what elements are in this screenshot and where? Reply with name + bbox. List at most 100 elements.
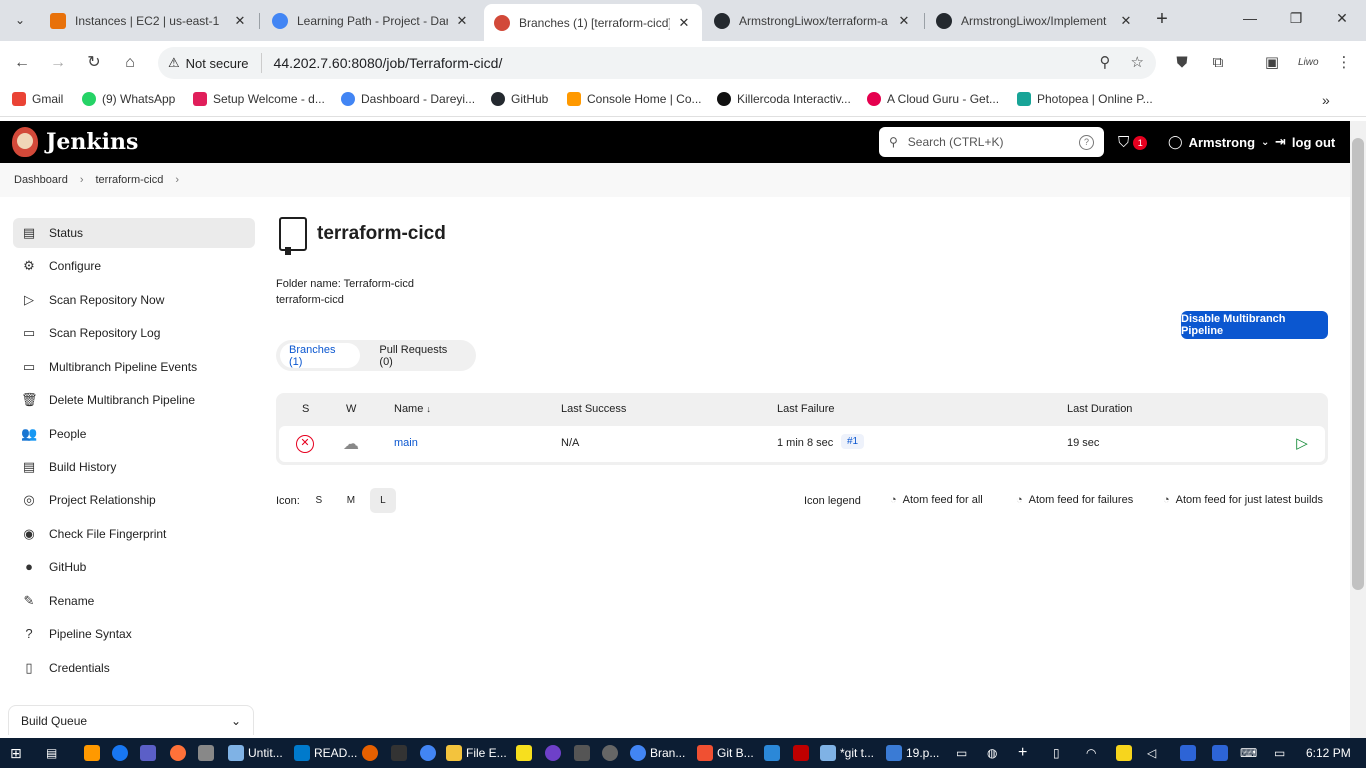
security-warnings-button[interactable]: ⛉ 1 <box>1118 134 1148 151</box>
sidebar-item-github[interactable]: ● GitHub <box>13 552 255 582</box>
extensions-icon[interactable]: ⧉ <box>1208 53 1228 73</box>
jenkins-home-link[interactable]: Jenkins <box>12 127 138 157</box>
sidebar-item-credentials[interactable]: ▯ Credentials <box>13 653 255 683</box>
browser-tab[interactable]: Instances | EC2 | us-east-1 ✕ <box>40 6 258 35</box>
tab-pull-requests[interactable]: Pull Requests (0) <box>370 343 472 368</box>
app-icon[interactable] <box>602 745 618 761</box>
bookmark-item[interactable]: Photopea | Online P... <box>1017 92 1153 106</box>
reload-icon[interactable]: ↻ <box>84 53 104 73</box>
url-text[interactable]: 44.202.7.60:8080/job/Terraform-cicd/ <box>274 55 503 71</box>
minimize-icon[interactable]: — <box>1240 10 1260 26</box>
icon-size-large[interactable]: L <box>369 488 396 513</box>
build-queue-panel[interactable]: Build Queue ⌄ <box>8 705 254 735</box>
github-desktop-icon[interactable] <box>545 745 561 761</box>
atom-feed-all-link[interactable]: ◔ Atom feed for all <box>890 494 983 506</box>
home-icon[interactable]: ⌂ <box>120 53 140 73</box>
breadcrumb-dashboard[interactable]: Dashboard <box>14 174 68 186</box>
globe-icon[interactable]: ◍ <box>987 745 997 761</box>
column-header-status[interactable]: S <box>302 403 309 415</box>
taskbar-vscode[interactable]: READ... <box>294 745 357 761</box>
close-tab-icon[interactable]: ✕ <box>232 13 248 29</box>
close-tab-icon[interactable]: ✕ <box>896 13 912 29</box>
terminal-icon[interactable] <box>391 745 407 761</box>
taskbar-notepad[interactable]: Untit... <box>228 745 283 761</box>
bookmark-item[interactable]: GitHub <box>491 92 548 106</box>
close-tab-icon[interactable]: ✕ <box>454 13 470 29</box>
taskbar-git-bash[interactable]: Git B... <box>697 745 754 761</box>
app-icon[interactable] <box>764 745 780 761</box>
browser-tab[interactable]: ArmstrongLiwox/Implement ✕ <box>926 6 1144 35</box>
site-info-button[interactable]: ⚠ Not secure <box>168 53 262 73</box>
taskbar-notepad-git[interactable]: *git t... <box>820 745 874 761</box>
back-arrow-icon[interactable]: ← <box>12 53 32 73</box>
calculator-icon[interactable] <box>574 745 590 761</box>
volume-icon[interactable]: ◁ <box>1147 745 1156 761</box>
bookmark-item[interactable]: Dashboard - Dareyi... <box>341 92 475 106</box>
sidebar-item-scan-now[interactable]: ▷ Scan Repository Now <box>13 285 255 315</box>
sidebar-item-status[interactable]: ▤ Status <box>13 218 255 248</box>
bookmark-item[interactable]: (9) WhatsApp <box>82 92 175 106</box>
wifi-icon[interactable]: ◠ <box>1086 745 1096 761</box>
notes-icon[interactable] <box>1116 745 1132 761</box>
column-header-last-duration[interactable]: Last Duration <box>1067 403 1132 415</box>
app-icon[interactable] <box>1180 745 1196 761</box>
close-window-icon[interactable]: ✕ <box>1332 10 1352 27</box>
address-bar[interactable]: ⚠ Not secure 44.202.7.60:8080/job/Terraf… <box>158 47 1156 79</box>
sidebar-item-delete[interactable]: 🗑 Delete Multibranch Pipeline <box>13 385 255 415</box>
sidebar-item-configure[interactable]: ⚙ Configure <box>13 251 255 281</box>
build-number-link[interactable]: #1 <box>841 434 865 449</box>
bookmark-item[interactable]: A Cloud Guru - Get... <box>867 92 999 106</box>
sidebar-item-build-history[interactable]: ▤ Build History <box>13 452 255 482</box>
device-icon[interactable]: ▯ <box>1053 745 1060 761</box>
sidebar-item-pipeline-syntax[interactable]: ? Pipeline Syntax <box>13 619 255 649</box>
user-menu[interactable]: ◯ Armstrong ⌄ <box>1168 134 1269 150</box>
breadcrumb-chevron-icon[interactable]: › <box>175 174 179 186</box>
tab-search-icon[interactable]: ⌄ <box>8 8 32 32</box>
restore-icon[interactable]: ❐ <box>1286 10 1306 27</box>
zoom-icon[interactable]: ⚲ <box>1100 53 1111 71</box>
bookmark-item[interactable]: Gmail <box>12 92 63 106</box>
browser-tab[interactable]: Learning Path - Project - Dar ✕ <box>262 6 480 35</box>
firefox-icon[interactable] <box>170 745 186 761</box>
browser-menu-icon[interactable]: ⋮ <box>1334 53 1354 73</box>
app-icon[interactable] <box>198 745 214 761</box>
new-tab-button[interactable]: + <box>1150 8 1174 32</box>
add-icon[interactable]: + <box>1018 744 1027 761</box>
icon-size-medium[interactable]: M <box>338 488 364 513</box>
column-header-weather[interactable]: W <box>346 403 356 415</box>
taskbar-clock[interactable]: 6:12 PM <box>1306 746 1351 760</box>
browser-tab[interactable]: ArmstrongLiwox/terraform-a ✕ <box>704 6 922 35</box>
atom-feed-latest-link[interactable]: ◔ Atom feed for just latest builds <box>1163 494 1323 506</box>
sidebar-item-rename[interactable]: ✎ Rename <box>13 586 255 616</box>
bookmark-item[interactable]: Killercoda Interactiv... <box>717 92 851 106</box>
chrome-icon[interactable] <box>420 745 436 761</box>
profile-avatar[interactable]: Liwo <box>1298 53 1319 73</box>
disable-pipeline-button[interactable]: Disable Multibranch Pipeline <box>1181 311 1328 339</box>
branch-link[interactable]: main <box>394 437 418 449</box>
taskbar-image[interactable]: 19.p... <box>886 745 939 761</box>
browser-tab-active[interactable]: Branches (1) [terraform-cicd] ✕ <box>484 4 702 41</box>
extension-shield-icon[interactable]: ⛊ <box>1172 53 1192 73</box>
schedule-build-play-icon[interactable]: ▷ <box>1292 434 1312 454</box>
column-header-last-success[interactable]: Last Success <box>561 403 626 415</box>
sidebar-item-project-relationship[interactable]: ◎ Project Relationship <box>13 485 255 515</box>
windows-start-icon[interactable]: ⊞ <box>10 745 22 761</box>
help-icon[interactable]: ? <box>1079 134 1094 150</box>
column-header-name[interactable]: Name ↓ <box>394 403 431 415</box>
scrollbar-thumb[interactable] <box>1352 138 1364 590</box>
taskbar-chrome-branches[interactable]: Bran... <box>630 745 685 761</box>
breadcrumb-job[interactable]: terraform-cicd <box>96 174 164 186</box>
battery-icon[interactable]: ▭ <box>956 745 967 761</box>
app-icon[interactable] <box>140 745 156 761</box>
filezilla-icon[interactable] <box>793 745 809 761</box>
close-tab-icon[interactable]: ✕ <box>676 15 692 31</box>
facebook-icon[interactable] <box>112 745 128 761</box>
search-box[interactable]: ⚲ Search (CTRL+K) ? <box>879 127 1104 157</box>
amazon-icon[interactable] <box>84 745 100 761</box>
sidebar-item-fingerprint[interactable]: ◉ Check File Fingerprint <box>13 519 255 549</box>
display-icon[interactable]: ▭ <box>1274 745 1285 761</box>
side-panel-icon[interactable]: ▣ <box>1262 53 1282 73</box>
icon-legend-link[interactable]: Icon legend <box>804 495 861 507</box>
forward-arrow-icon[interactable]: → <box>48 53 68 73</box>
search-input[interactable]: Search (CTRL+K) <box>908 135 1069 149</box>
